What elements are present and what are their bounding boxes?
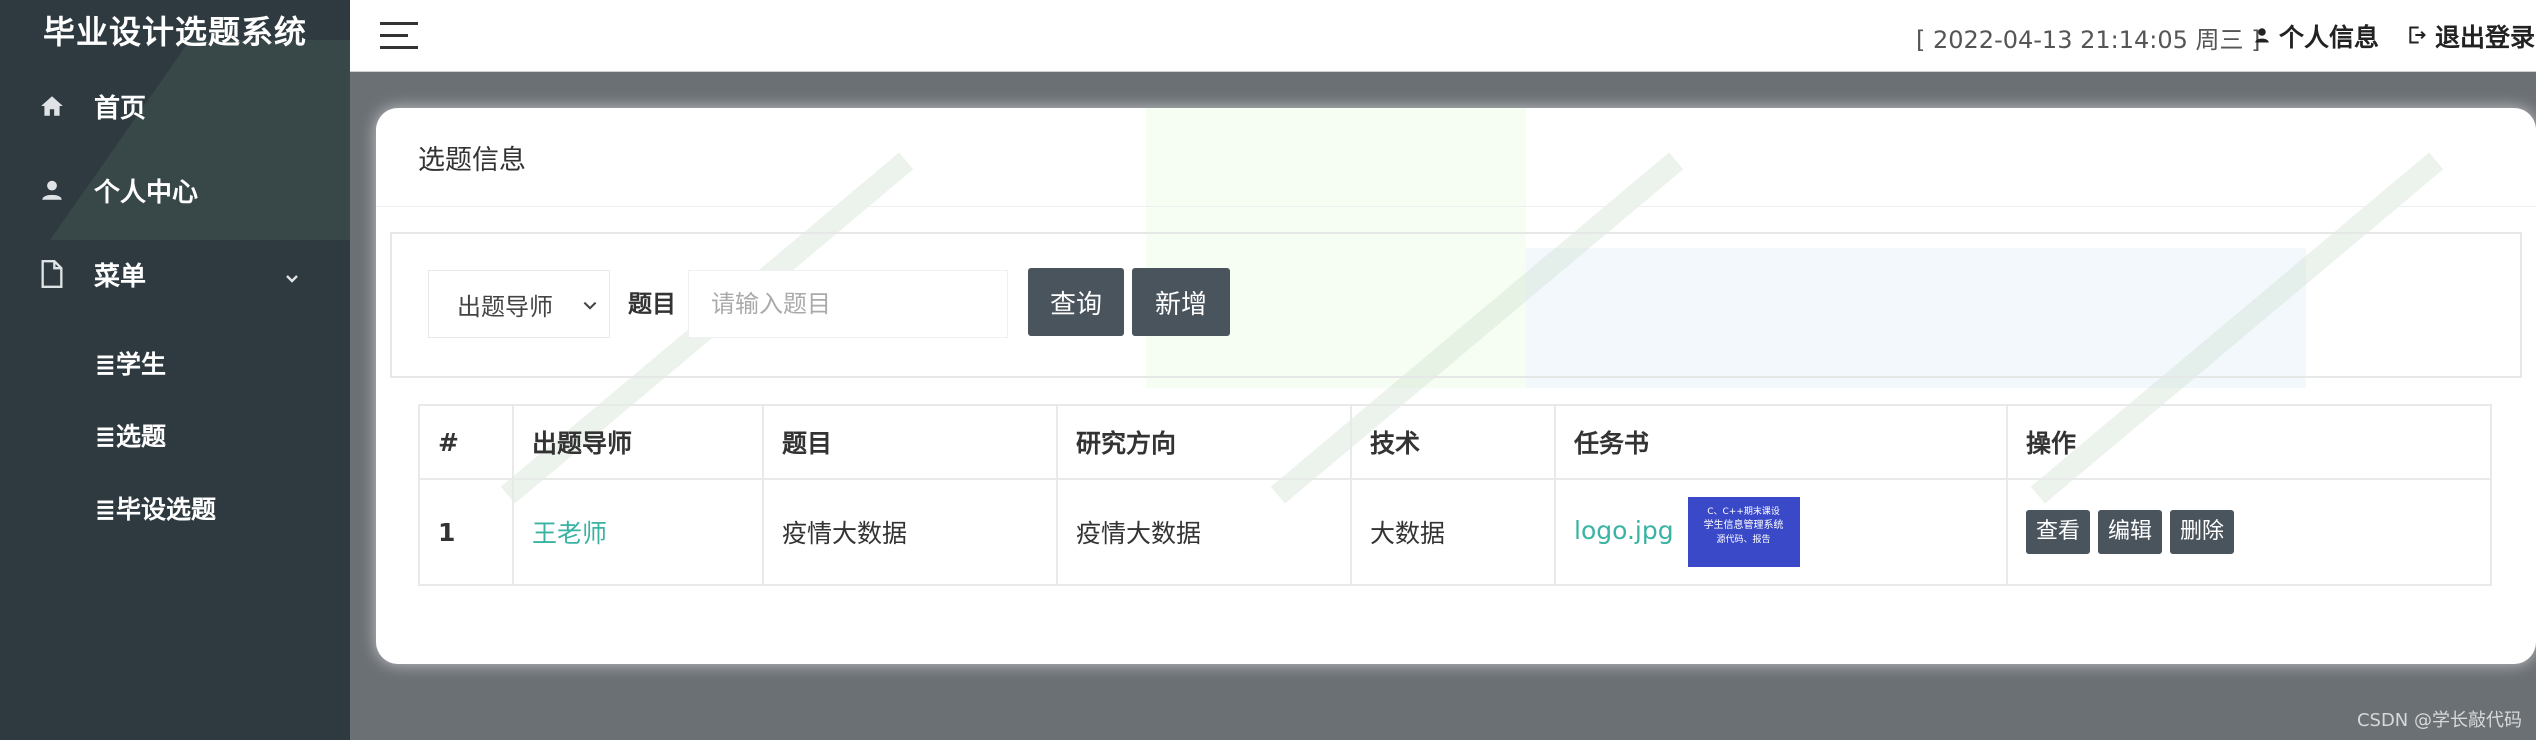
sidebar-item-label: 菜单 [94,261,147,292]
watermark: CSDN @学长敲代码 [2356,710,2522,731]
row-index: 1 [418,478,514,586]
column-header: 操作 [2006,404,2492,480]
sidebar-subitem-graduation-topics[interactable]: ≣毕设选题 [95,486,216,534]
sidebar-item-home[interactable]: 首页 [0,76,350,136]
column-header: 技术 [1350,404,1556,480]
direction-cell: 疫情大数据 [1056,478,1352,586]
sidebar-subitem-students[interactable]: ≣学生 [95,341,166,389]
thumb-text: C、C++期末课设 [1707,507,1780,517]
divider [376,206,2536,207]
user-info-label: 个人信息 [2279,23,2380,52]
thumb-text: 学生信息管理系统 [1703,520,1784,531]
sidebar-subitem-topics[interactable]: ≣选题 [95,413,166,461]
add-button[interactable]: 新增 [1132,268,1230,336]
search-field-select[interactable]: 出题导师 [428,270,610,338]
page-title: 选题信息 [418,145,526,176]
person-icon [2253,22,2271,51]
table-row: 1 王老师 疫情大数据 疫情大数据 大数据 logo.jpg C、C++期末课设… [418,478,2492,586]
chevron-down-icon [581,293,599,321]
menu-toggle-icon[interactable] [380,22,418,50]
file-thumbnail[interactable]: C、C++期末课设 学生信息管理系统 源代码、报告 [1687,497,1800,567]
file-link[interactable]: logo.jpg [1574,516,1674,545]
view-button[interactable]: 查看 [2026,510,2091,554]
chevron-down-icon [284,264,300,294]
column-header: 题目 [762,404,1058,480]
actions-cell: 查看 编辑 删除 [2006,478,2492,586]
delete-button[interactable]: 删除 [2170,510,2235,554]
home-icon [38,92,66,120]
main-card: 选题信息 出题导师 题目 查询 新增 # 出题导师 题目 研究方向 技术 任务书… [376,108,2536,664]
teacher-link[interactable]: 王老师 [532,519,607,548]
sidebar-item-personal-center[interactable]: 个人中心 [0,160,350,220]
select-value: 出题导师 [457,292,553,321]
column-header: # [418,404,514,480]
logout-label: 退出登录 [2435,23,2536,52]
person-icon [38,176,66,204]
topics-table: # 出题导师 题目 研究方向 技术 任务书 操作 1 王老师 疫情大数据 疫情大… [418,404,2492,586]
column-header: 任务书 [1554,404,2008,480]
logout-icon [2407,22,2427,51]
tech-cell: 大数据 [1350,478,1556,586]
user-info-link[interactable]: 个人信息 [2253,18,2379,54]
thumb-text: 源代码、报告 [1716,535,1771,545]
logout-link[interactable]: 退出登录 [2407,18,2535,54]
search-label: 题目 [628,290,676,318]
app-title: 毕业设计选题系统 [42,13,307,51]
sidebar-item-label: 个人中心 [94,177,199,208]
sidebar-item-menu[interactable]: 菜单 [0,244,350,304]
sidebar-item-label: 首页 [94,93,147,124]
column-header: 研究方向 [1056,404,1352,480]
file-icon [38,260,66,288]
sidebar: 毕业设计选题系统 首页 个人中心 菜单 ≣学生 ≣选题 ≣毕设选题 [0,0,350,740]
table-header-row: # 出题导师 题目 研究方向 技术 任务书 操作 [418,404,2492,480]
query-button[interactable]: 查询 [1028,268,1124,336]
task-file-cell: logo.jpg C、C++期末课设 学生信息管理系统 源代码、报告 [1554,478,2008,586]
datetime-display: [ 2022-04-13 21:14:05 周三 ] [1916,26,2261,54]
top-bar: [ 2022-04-13 21:14:05 周三 ] 个人信息 退出登录 [350,0,2536,72]
search-input[interactable] [688,270,1008,338]
edit-button[interactable]: 编辑 [2098,510,2163,554]
search-panel: 出题导师 题目 查询 新增 [390,232,2522,378]
column-header: 出题导师 [512,404,764,480]
topic-cell: 疫情大数据 [762,478,1058,586]
